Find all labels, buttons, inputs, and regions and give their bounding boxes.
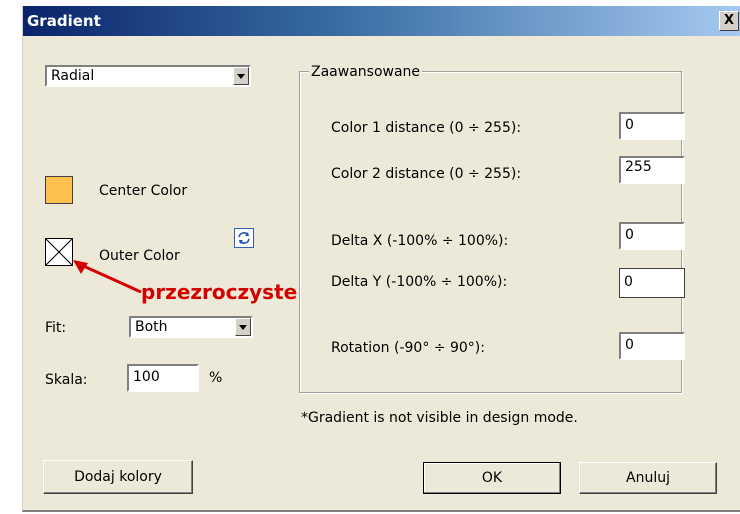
add-colors-button[interactable]: Dodaj kolory bbox=[43, 460, 193, 494]
title-bar[interactable]: Gradient X bbox=[23, 6, 740, 36]
gradient-type-select[interactable]: Radial bbox=[45, 65, 251, 87]
color2-distance-label: Color 2 distance (0 ÷ 255): bbox=[331, 166, 522, 182]
chevron-down-icon[interactable] bbox=[233, 67, 249, 85]
fit-label: Fit: bbox=[45, 320, 67, 336]
design-mode-note: *Gradient is not visible in design mode. bbox=[301, 410, 578, 426]
swap-colors-button[interactable] bbox=[234, 228, 254, 248]
scale-input[interactable]: 100 bbox=[127, 364, 199, 392]
ok-button[interactable]: OK bbox=[423, 462, 561, 494]
delta-y-label: Delta Y (-100% ÷ 100%): bbox=[331, 274, 508, 290]
cancel-button[interactable]: Anuluj bbox=[579, 462, 717, 494]
annotation-arrow-icon bbox=[73, 260, 142, 294]
color1-distance-label: Color 1 distance (0 ÷ 255): bbox=[331, 120, 522, 136]
rotation-label: Rotation (-90° ÷ 90°): bbox=[331, 340, 485, 356]
gradient-type-value: Radial bbox=[51, 68, 95, 84]
scale-unit: % bbox=[209, 370, 223, 386]
delta-x-input[interactable]: 0 bbox=[619, 222, 685, 250]
scale-label: Skala: bbox=[45, 372, 88, 388]
fit-select[interactable]: Both bbox=[129, 316, 253, 338]
gradient-dialog: Gradient X Radial Center Color Outer Col… bbox=[22, 6, 740, 512]
color2-distance-input[interactable]: 255 bbox=[619, 156, 685, 184]
transparent-annotation: przezroczyste bbox=[141, 280, 298, 304]
delta-x-label: Delta X (-100% ÷ 100%): bbox=[331, 233, 509, 249]
color1-distance-input[interactable]: 0 bbox=[619, 112, 685, 140]
swap-colors-icon bbox=[238, 232, 250, 244]
delta-y-input[interactable]: 0 bbox=[619, 268, 685, 298]
center-color-label: Center Color bbox=[99, 183, 188, 199]
chevron-down-icon[interactable] bbox=[235, 318, 251, 336]
advanced-group-label: Zaawansowane bbox=[309, 64, 423, 80]
dialog-title: Gradient bbox=[27, 12, 101, 30]
fit-value: Both bbox=[135, 319, 168, 335]
center-color-swatch[interactable] bbox=[45, 176, 73, 204]
rotation-input[interactable]: 0 bbox=[619, 332, 685, 360]
close-button[interactable]: X bbox=[719, 11, 739, 31]
